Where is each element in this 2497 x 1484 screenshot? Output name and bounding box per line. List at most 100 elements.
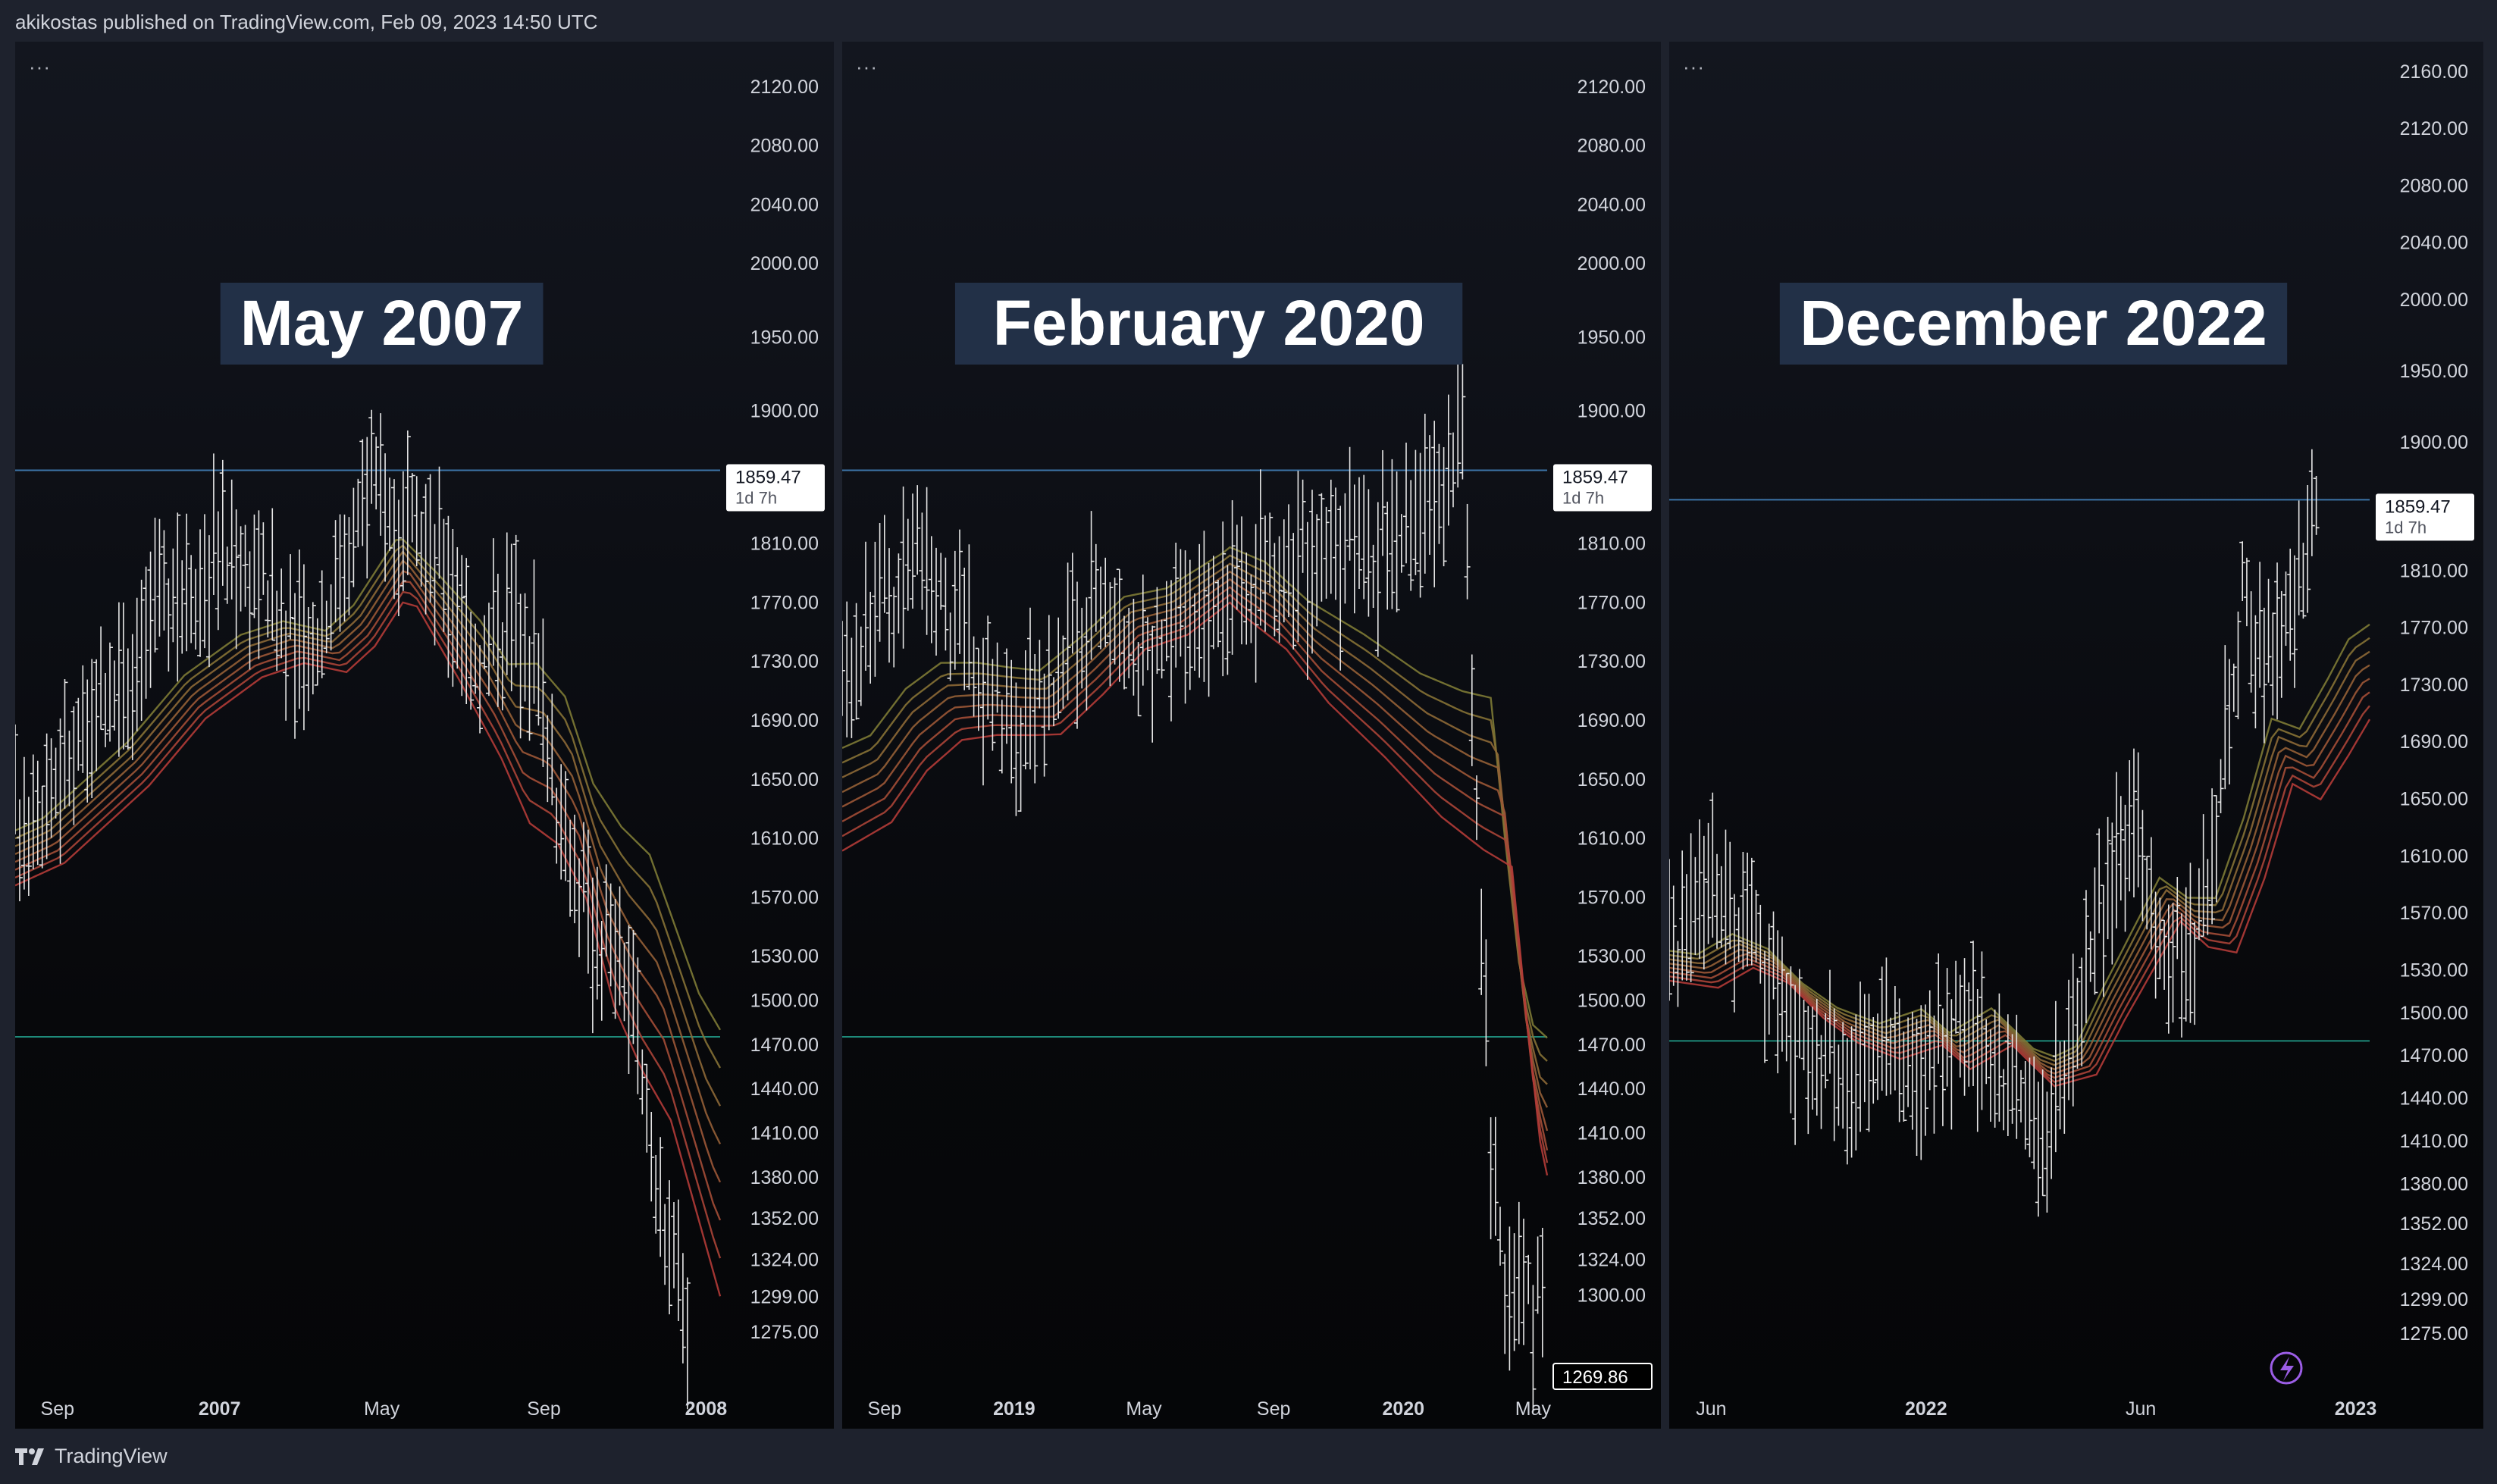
candle (1032, 654, 1039, 784)
y-tick-label: 1380.00 (1577, 1167, 1646, 1188)
candle (867, 591, 874, 684)
y-tick-label: 2040.00 (1577, 194, 1646, 215)
candle (1922, 1004, 1928, 1136)
candle (975, 647, 982, 731)
candle (1361, 474, 1368, 600)
candle (881, 515, 888, 613)
y-tick-label: 1900.00 (1577, 401, 1646, 422)
x-tick-label: 2008 (685, 1398, 728, 1420)
candle (666, 1180, 673, 1315)
candle (2069, 953, 2076, 1107)
candle (675, 1199, 681, 1321)
chart-title-text: December 2022 (1800, 287, 2267, 358)
chart-panel-may-2007[interactable]: ··· 2120.00 2080.00 2040.00 2000.00 1950.00 1… (15, 42, 834, 1429)
candle (359, 439, 366, 546)
candle (66, 731, 73, 806)
candle (1848, 1026, 1855, 1158)
candle (2248, 591, 2254, 693)
candle (1978, 951, 1985, 1110)
candle (914, 485, 921, 575)
y-tick-label: 1570.00 (1577, 887, 1646, 908)
candle (1878, 966, 1885, 1091)
candles (842, 352, 1546, 1412)
y-tick-label: 1324.00 (750, 1250, 819, 1271)
candle (1351, 484, 1358, 614)
candle (287, 554, 294, 640)
candle (219, 459, 226, 586)
ma-line (1669, 691, 2370, 1079)
candle (1356, 477, 1362, 589)
candle (2235, 611, 2242, 719)
candle (957, 529, 963, 654)
candle (1455, 352, 1462, 488)
candle (1478, 888, 1485, 995)
candle (34, 760, 41, 866)
chart-panel-february-2020[interactable]: ··· 2120.00 2080.00 2040.00 2000.00 1950.00 1… (842, 42, 1661, 1429)
footer-brand: TradingView (55, 1445, 168, 1467)
candle (2100, 884, 2107, 997)
chart-title-text: February 2020 (993, 287, 1425, 358)
candle (237, 526, 244, 612)
y-tick-label: 1690.00 (750, 710, 819, 731)
candle (961, 568, 968, 690)
candle (891, 587, 898, 668)
candle (1327, 479, 1334, 594)
y-tick-label: 2120.00 (750, 77, 819, 98)
candle (1257, 469, 1264, 626)
y-tick-label: 1410.00 (1577, 1122, 1646, 1144)
candle (679, 1253, 686, 1363)
countdown-label: 1d 7h (2385, 518, 2427, 537)
y-tick-label: 1500.00 (1577, 990, 1646, 1011)
candle (1931, 1015, 1938, 1134)
ma-line (842, 593, 1549, 1163)
price-tag: 1859.471d 7h (1553, 464, 1652, 512)
y-tick-label: 1810.00 (1577, 534, 1646, 555)
chart-panel-december-2022[interactable]: ··· 2160.00 2120.00 2080.00 2040.00 2000.00 1… (1669, 42, 2483, 1429)
candle (2035, 1082, 2041, 1217)
candle (503, 532, 510, 675)
candle (1468, 654, 1475, 766)
candle (589, 877, 596, 1034)
candle (1398, 514, 1405, 573)
candle (395, 499, 402, 616)
candle (2278, 590, 2285, 698)
y-tick-label: 1690.00 (1577, 710, 1646, 731)
y-tick-label: 2000.00 (750, 253, 819, 274)
candle (1139, 575, 1146, 686)
candle (1744, 853, 1751, 967)
x-tick-label: 2020 (1382, 1398, 1424, 1420)
candle (427, 474, 434, 603)
candle (1417, 452, 1424, 598)
candle (657, 1137, 664, 1257)
candle (364, 437, 371, 579)
candle (337, 514, 343, 632)
x-tick-label: Jun (1696, 1398, 1726, 1420)
candle (1511, 1233, 1518, 1351)
lightning-icon (2270, 1351, 2303, 1385)
candle (2213, 795, 2220, 903)
candle (278, 568, 285, 659)
candle (346, 517, 352, 615)
y-tick-label: 1570.00 (750, 887, 819, 908)
x-tick-label: Sep (868, 1398, 901, 1420)
candle (20, 756, 27, 890)
candle (648, 1112, 655, 1202)
candle (1974, 988, 1981, 1132)
candle (2270, 612, 2276, 716)
candle (161, 530, 168, 631)
countdown-label: 1d 7h (735, 488, 777, 507)
candle (2126, 760, 2133, 892)
y-tick-label: 1770.00 (750, 592, 819, 613)
candle (1431, 421, 1438, 587)
y-tick-label: 1690.00 (2400, 731, 2468, 753)
candle (1818, 1035, 1825, 1129)
candle (1714, 853, 1721, 949)
candle (886, 548, 892, 663)
candle (1163, 581, 1170, 662)
candle (1474, 775, 1480, 841)
candle (265, 580, 271, 638)
candle (111, 660, 117, 731)
candle (1384, 501, 1391, 610)
candle (233, 509, 240, 650)
chart-title: December 2022 (1779, 283, 2288, 365)
